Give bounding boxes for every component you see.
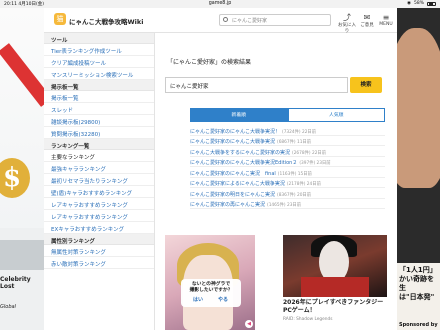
ad-dialog-no[interactable]: やる — [218, 297, 228, 303]
battery-icon — [427, 1, 436, 6]
list-item[interactable]: にゃんこ愛好家の再にゃんこ実況 (1465件) 23日前 — [190, 199, 385, 209]
status-bar: 20:11 4月10日(金) game8.jp ◉ 58% — [0, 0, 440, 8]
sidebar-item-ranking-5[interactable]: レアキャラおすすめランキング — [44, 210, 154, 222]
sort-tabs: 新着順 人気順 — [190, 108, 385, 122]
sidebar-item-ranking-6[interactable]: EXキャラおすすめランキング — [44, 222, 154, 234]
status-indicators: ◉ 58% — [407, 1, 436, 6]
tab-newest[interactable]: 新着順 — [190, 108, 288, 122]
sidebar-item-board-list[interactable]: 掲示板一覧 — [44, 91, 154, 103]
list-item[interactable]: にゃんこ愛好家のにゃんこ大戦争実況！ (7324件) 22日前 — [190, 125, 385, 136]
left-ad-source: Global — [0, 304, 16, 310]
status-time: 20:11 4月10日(金) — [4, 2, 45, 7]
page-title: 「にゃんこ愛好家」の検索結果 — [167, 59, 252, 66]
left-ad-text: Celebrity Lost — [0, 276, 31, 290]
sidebar-item-ranking-2[interactable]: 最初リセマラ当たりランキング — [44, 174, 154, 186]
sidebar-item-ranking-1[interactable]: 最強キャラランキング — [44, 162, 154, 174]
result-list: にゃんこ愛好家のにゃんこ大戦争実況！ (7324件) 22日前 にゃんこ愛好家のに… — [190, 125, 385, 209]
sidebar-item-attr-1[interactable]: 無属性対策ランキング — [44, 245, 154, 257]
list-item[interactable]: にゃんこ愛好家のにゃんこ大戦争実況Edition２ (397件) 23日前 — [190, 157, 385, 167]
ad-dialog: ないとの神グラで 撮影したいですか？ はい やる — [181, 279, 241, 307]
ad-card-source: RAID: Shadow Legends — [283, 317, 333, 322]
list-item[interactable]: にゃんこ愛好家によるにゃんこ大戦争実況 (2178件) 24日前 — [190, 178, 385, 188]
ad-card-image-1[interactable]: ないとの神グラで 撮影したいですか？ はい やる ◀ — [165, 235, 255, 330]
sidebar: ツール Tier表ランキング作成ツール クリア編成投稿ツール マンスリーミッショ… — [44, 33, 155, 330]
list-item[interactable]: にゃんこ愛好家のにゃんこ大戦争実況 (6867件) 11日前 — [190, 136, 385, 146]
sidebar-item-main-rankings[interactable]: 主要なランキング — [44, 150, 154, 162]
list-item[interactable]: にゃんこ大戦争をするにゃんこ愛好家の実況 (2678件) 22日前 — [190, 146, 385, 157]
sidebar-heading-attribute: 属性別ランキング — [44, 234, 154, 245]
sidebar-item-question-board[interactable]: 質問掲示板(32280) — [44, 127, 154, 139]
menu-button[interactable]: ≡ MENU — [376, 13, 396, 27]
sidebar-item-attr-2[interactable]: 赤い敵対策ランキング — [44, 257, 154, 269]
header-search-input[interactable]: にゃんこ愛好家 — [219, 14, 331, 26]
sidebar-item-threads[interactable]: スレッド — [44, 103, 154, 115]
site-logo-icon[interactable]: 猫 — [54, 13, 66, 25]
mail-icon: ✉ — [363, 13, 371, 22]
sidebar-heading-rankings: ランキング一覧 — [44, 139, 154, 150]
ad-dialog-yes[interactable]: はい — [193, 297, 203, 303]
ad-dialog-text: ないとの神グラで 撮影したいですか？ — [189, 282, 233, 293]
left-ad-banner[interactable]: $ Celebrity Lost Global — [0, 8, 44, 330]
right-ad-headline: 「1人1円」 かい奇跡を生 は"日本発" — [399, 266, 437, 301]
sidebar-item-clear-tool[interactable]: クリア編成投稿ツール — [44, 56, 154, 68]
sidebar-heading-tools: ツール — [44, 33, 154, 44]
share-icon: ⤴ — [343, 13, 351, 22]
tab-popular[interactable]: 人気順 — [287, 108, 385, 122]
wifi-icon: ◉ — [407, 1, 411, 6]
list-item[interactable]: にゃんこ愛好家の明日をにゃんこ実況 (8367件) 20日前 — [190, 188, 385, 199]
list-item[interactable]: にゃんこ愛好家のにゃんこ実況 final (1163件) 15日前 — [190, 167, 385, 178]
ad-card-image-2[interactable] — [283, 235, 387, 297]
favorite-button[interactable]: ⤴ お気に入り — [337, 13, 357, 34]
sidebar-heading-boards: 掲示板一覧 — [44, 80, 154, 91]
sidebar-item-chat-board[interactable]: 雑談掲示板(29800) — [44, 115, 154, 127]
main-content: 「にゃんこ愛好家」の検索結果 にゃんこ愛好家 検索 新着順 人気順 にゃんこ愛好… — [160, 33, 392, 330]
feedback-button[interactable]: ✉ ご意見 — [357, 13, 377, 28]
sidebar-item-mission-tool[interactable]: マンスリーミッション検索ツール — [44, 68, 154, 80]
portrait-graphic — [397, 28, 440, 188]
sidebar-item-ranking-3[interactable]: 壁(盾)キャラおすすめランキング — [44, 186, 154, 198]
search-button[interactable]: 検索 — [350, 77, 382, 93]
menu-icon: ≡ — [382, 13, 390, 22]
sidebar-item-tier-tool[interactable]: Tier表ランキング作成ツール — [44, 44, 154, 56]
right-ad-sponsored: Sponsored by — [399, 322, 438, 328]
address-bar[interactable]: game8.jp — [170, 0, 270, 8]
battery-percent: 58% — [413, 1, 424, 6]
search-icon — [223, 17, 228, 22]
search-query-input[interactable]: にゃんこ愛好家 — [165, 77, 348, 93]
site-title[interactable]: にゃんこ大戦争攻略Wiki — [69, 16, 143, 26]
volume-icon[interactable]: ◀ — [245, 320, 253, 328]
site-header: 猫 にゃんこ大戦争攻略Wiki にゃんこ愛好家 ⤴ お気に入り ✉ ご意見 ≡ MEN… — [44, 8, 397, 34]
ad-card-title[interactable]: 2026年にプレイすべきファンタジーPCゲーム！ — [283, 299, 387, 315]
right-ad-banner[interactable]: 「1人1円」 かい奇跡を生 は"日本発" Sponsored by — [397, 8, 440, 330]
sidebar-item-ranking-4[interactable]: レアキャラおすすめランキング — [44, 198, 154, 210]
